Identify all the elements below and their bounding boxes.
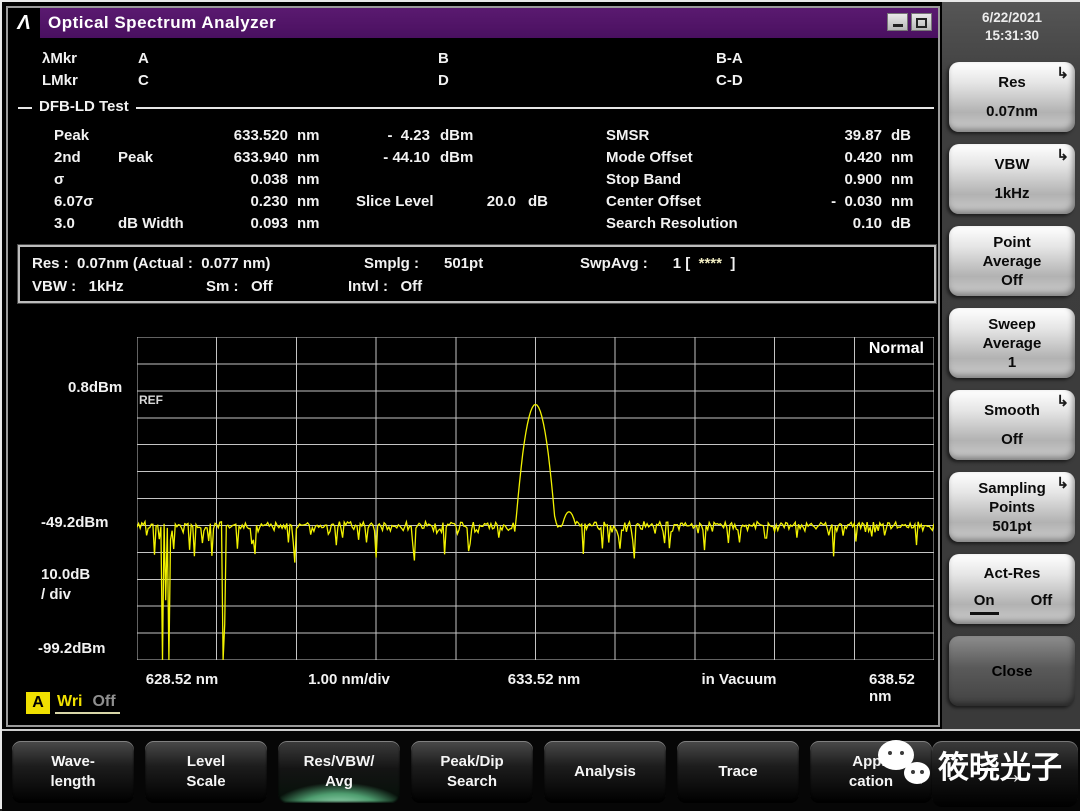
datetime-display: 6/22/2021 15:31:30	[942, 2, 1080, 45]
y-label-mid: -49.2dBm	[41, 514, 109, 531]
status-interval: Intvl : Off	[348, 278, 423, 295]
level-marker-row: LMkr C D C-D	[8, 72, 938, 89]
x-label-stop: 638.52 nm	[869, 671, 915, 705]
date-text: 6/22/2021	[981, 10, 1043, 25]
result-row-stop-band: Stop Band 0.900 nm	[606, 170, 914, 188]
x-label-start: 628.52 nm	[145, 671, 219, 688]
submenu-arrow-icon: ↳	[1056, 65, 1069, 82]
screen-frame: Λ Optical Spectrum Analyzer λMkr A B B-A…	[0, 0, 1080, 811]
trace-mode-label: Normal	[868, 340, 924, 357]
wavelength-marker-row: λMkr A B B-A	[8, 50, 938, 67]
wechat-icon	[878, 740, 934, 788]
marker-b-a: B-A	[716, 50, 743, 67]
menu-res-vbw-avg[interactable]: Res/VBW/ Avg	[278, 741, 400, 803]
y-label-bottom: -99.2dBm	[38, 640, 106, 657]
x-label-medium: in Vacuum	[701, 671, 777, 688]
watermark-text: 筱晓光子	[938, 749, 1062, 785]
window-title: Optical Spectrum Analyzer	[48, 13, 277, 32]
status-sweep-average-prefix: SwpAvg : 1 [	[580, 255, 699, 272]
trace-write-indicator: A Wri Off	[26, 691, 120, 715]
spectrum-trace-plot	[137, 337, 934, 660]
submenu-arrow-icon: ↳	[1056, 475, 1069, 492]
menu-peak-dip-search[interactable]: Peak/Dip Search	[411, 741, 533, 803]
y-label-ref: 0.8dBm	[68, 379, 123, 396]
minimize-icon	[892, 24, 903, 27]
result-row-peak: Peak 633.520 nm - 4.23 dBm	[54, 126, 474, 144]
act-res-title: Act-Res	[983, 564, 1041, 582]
y-label-per-div-2: / div	[41, 586, 72, 603]
status-sweep-progress: ****	[698, 255, 722, 272]
marker-c-d: C-D	[716, 72, 743, 89]
status-smooth: Sm : Off	[206, 278, 273, 295]
result-row-smsr: SMSR 39.87 dB	[606, 126, 911, 144]
menu-trace[interactable]: Trace	[677, 741, 799, 803]
act-res-off-option[interactable]: Off	[1029, 591, 1055, 615]
softkey-point-average[interactable]: Point Average Off	[949, 226, 1075, 296]
result-row-3db-width: 3.0 dB Width 0.093 nm	[54, 214, 320, 232]
maximize-button[interactable]	[911, 13, 932, 31]
menu-analysis[interactable]: Analysis	[544, 741, 666, 803]
watermark: 筱晓光子	[878, 740, 1062, 788]
softkey-sidebar: 6/22/2021 15:31:30 ↳ Res 0.07nm ↳ VBW 1k…	[942, 2, 1080, 729]
submenu-arrow-icon: ↳	[1056, 147, 1069, 164]
softkey-act-res[interactable]: Act-Res On Off	[949, 554, 1075, 624]
menu-wavelength[interactable]: Wave- length	[12, 741, 134, 803]
menu-level-scale[interactable]: Level Scale	[145, 741, 267, 803]
status-res: Res : 0.07nm (Actual : 0.077 nm)	[32, 255, 271, 272]
y-label-per-div: 10.0dB	[41, 566, 91, 583]
result-row-2nd-peak: 2nd Peak 633.940 nm - 44.10 dBm	[54, 148, 474, 166]
slice-level-value: 20.0	[486, 192, 516, 210]
x-label-center: 633.52 nm	[507, 671, 581, 688]
softkey-close[interactable]: Close	[949, 636, 1075, 706]
status-sampling: Smplg : 501pt	[364, 255, 484, 272]
result-row-center-offset: Center Offset - 0.030 nm	[606, 192, 914, 210]
softkey-sampling-points[interactable]: ↳ Sampling Points 501pt	[949, 472, 1075, 542]
result-row-search-resolution: Search Resolution 0.10 dB	[606, 214, 911, 232]
marker-c: C	[138, 72, 149, 89]
spectrum-chart: REF Normal	[137, 337, 934, 660]
softkey-res[interactable]: ↳ Res 0.07nm	[949, 62, 1075, 132]
softkey-smooth[interactable]: ↳ Smooth Off	[949, 390, 1075, 460]
analysis-group-title: DFB-LD Test	[32, 98, 136, 115]
analysis-results-left: Peak 633.520 nm - 4.23 dBm 2nd Peak 633.940…	[54, 124, 548, 234]
lambda-marker-label: λMkr	[42, 50, 78, 67]
marker-d: D	[438, 72, 449, 89]
x-label-per-div: 1.00 nm/div	[308, 671, 390, 688]
softkey-sweep-average[interactable]: Sweep Average 1	[949, 308, 1075, 378]
status-sweep-average-suffix: ]	[721, 255, 736, 272]
softkey-vbw[interactable]: ↳ VBW 1kHz	[949, 144, 1075, 214]
marker-a: A	[138, 50, 149, 67]
result-row-sigma: σ 0.038 nm	[54, 170, 320, 188]
title-bar: Λ Optical Spectrum Analyzer	[8, 8, 938, 38]
time-text: 15:31:30	[984, 28, 1040, 43]
osa-main-window: Λ Optical Spectrum Analyzer λMkr A B B-A…	[6, 6, 940, 727]
trace-write-state: Off	[92, 692, 116, 710]
maximize-icon	[916, 18, 927, 28]
minimize-button[interactable]	[887, 13, 908, 31]
ref-line-label: REF	[139, 393, 163, 407]
level-marker-label: LMkr	[42, 72, 78, 89]
sweep-status-box: Res : 0.07nm (Actual : 0.077 nm) Smplg :…	[17, 244, 937, 304]
result-row-mode-offset: Mode Offset 0.420 nm	[606, 148, 914, 166]
trace-a-badge: A	[26, 692, 50, 714]
slice-level-label: Slice Level	[356, 192, 434, 210]
analysis-group-divider: DFB-LD Test	[18, 98, 934, 115]
slice-level-unit: dB	[528, 192, 548, 210]
status-vbw: VBW : 1kHz	[32, 278, 124, 295]
anritsu-logo-icon: Λ	[8, 8, 40, 38]
result-row-6sigma: 6.07σ 0.230 nm Slice Level 20.0 dB	[54, 192, 548, 210]
submenu-arrow-icon: ↳	[1056, 393, 1069, 410]
trace-write-label: Wri	[57, 692, 83, 710]
act-res-on-option[interactable]: On	[969, 591, 999, 615]
marker-b: B	[438, 50, 449, 67]
analysis-results-right: SMSR 39.87 dB Mode Offset 0.420 nm Stop Band…	[606, 124, 914, 234]
